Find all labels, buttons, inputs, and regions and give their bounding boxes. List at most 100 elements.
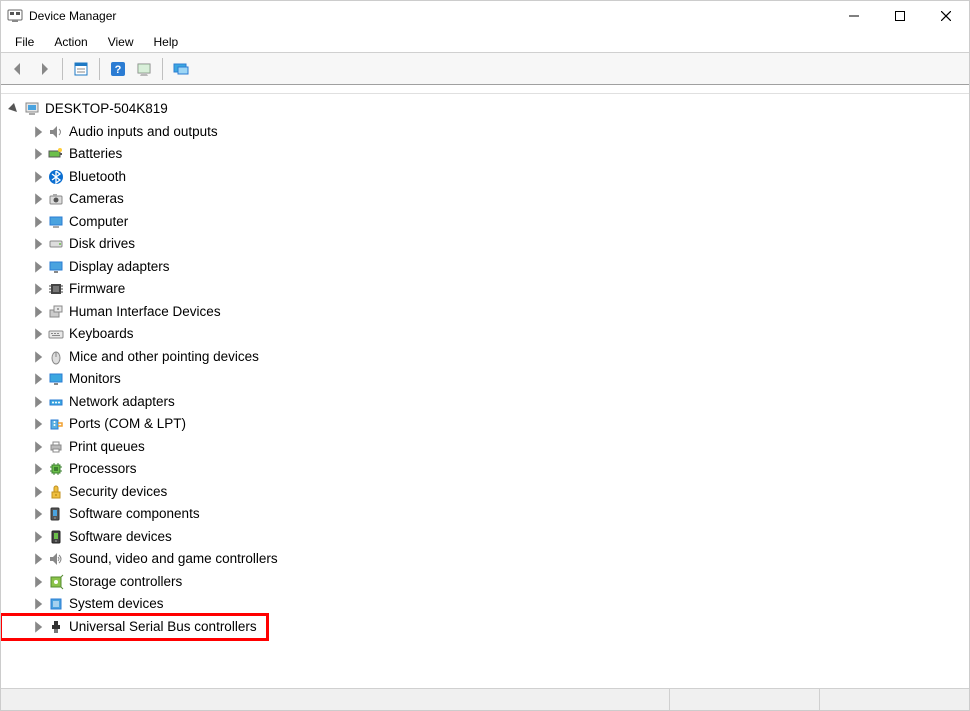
tree-category[interactable]: Cameras (1, 188, 969, 211)
tree-category[interactable]: Print queues (1, 436, 969, 459)
tree-category[interactable]: Bluetooth (1, 166, 969, 189)
toolbar-separator (62, 58, 63, 80)
ports-icon (47, 415, 65, 433)
toolbar-separator (99, 58, 100, 80)
menu-help[interactable]: Help (144, 33, 189, 51)
expander-icon[interactable] (31, 327, 45, 341)
tree-category[interactable]: Software devices (1, 526, 969, 549)
tree-category[interactable]: Processors (1, 458, 969, 481)
tree-category[interactable]: Software components (1, 503, 969, 526)
expander-icon[interactable] (31, 485, 45, 499)
tree-category[interactable]: Batteries (1, 143, 969, 166)
expander-icon[interactable] (7, 102, 21, 116)
toolbar-help-button[interactable]: ? (105, 56, 131, 82)
expander-icon[interactable] (31, 372, 45, 386)
keyboard-icon (47, 325, 65, 343)
expander-icon[interactable] (31, 552, 45, 566)
tree-category-label[interactable]: Firmware (69, 278, 125, 301)
tree-category-label[interactable]: Display adapters (69, 256, 170, 279)
expander-icon[interactable] (31, 125, 45, 139)
menu-view[interactable]: View (98, 33, 144, 51)
tree-category[interactable]: Sound, video and game controllers (1, 548, 969, 571)
expander-icon[interactable] (31, 282, 45, 296)
toolbar-back-button[interactable] (5, 56, 31, 82)
tree-category[interactable]: Storage controllers (1, 571, 969, 594)
expander-icon[interactable] (31, 147, 45, 161)
toolbar: ? (1, 53, 969, 85)
mouse-icon (47, 348, 65, 366)
tree-root[interactable]: DESKTOP-504K819 (1, 98, 969, 121)
expander-icon[interactable] (31, 440, 45, 454)
tree-root-label[interactable]: DESKTOP-504K819 (45, 98, 168, 121)
toolbar-properties-button[interactable] (68, 56, 94, 82)
tree-category[interactable]: Audio inputs and outputs (1, 121, 969, 144)
expander-icon[interactable] (31, 620, 45, 634)
tree-category-label[interactable]: Software devices (69, 526, 172, 549)
tree-category-label[interactable]: Print queues (69, 436, 145, 459)
expander-icon[interactable] (31, 192, 45, 206)
tree-category[interactable]: Security devices (1, 481, 969, 504)
monitor-icon (47, 370, 65, 388)
tree-category-label[interactable]: Bluetooth (69, 166, 126, 189)
tree-category-label[interactable]: Storage controllers (69, 571, 182, 594)
device-tree-area[interactable]: DESKTOP-504K819 Audio inputs and outputs… (1, 93, 969, 686)
svg-text:?: ? (115, 64, 122, 76)
minimize-button[interactable] (831, 1, 877, 31)
expander-icon[interactable] (31, 395, 45, 409)
toolbar-monitor-button[interactable] (168, 56, 194, 82)
close-button[interactable] (923, 1, 969, 31)
tree-category-label[interactable]: Universal Serial Bus controllers (69, 616, 257, 639)
tree-category[interactable]: Universal Serial Bus controllers (1, 616, 969, 639)
toolbar-separator (162, 58, 163, 80)
disk-icon (47, 235, 65, 253)
security-icon (47, 483, 65, 501)
tree-category[interactable]: Firmware (1, 278, 969, 301)
tree-category-label[interactable]: Security devices (69, 481, 167, 504)
expander-icon[interactable] (31, 530, 45, 544)
tree-category[interactable]: Disk drives (1, 233, 969, 256)
maximize-button[interactable] (877, 1, 923, 31)
tree-category[interactable]: Mice and other pointing devices (1, 346, 969, 369)
tree-category[interactable]: Computer (1, 211, 969, 234)
toolbar-forward-button[interactable] (31, 56, 57, 82)
tree-category-label[interactable]: Keyboards (69, 323, 134, 346)
tree-category-label[interactable]: Cameras (69, 188, 124, 211)
tree-category-label[interactable]: Batteries (69, 143, 122, 166)
storage-icon (47, 573, 65, 591)
tree-category-label[interactable]: Network adapters (69, 391, 175, 414)
tree-category-label[interactable]: Disk drives (69, 233, 135, 256)
tree-category-label[interactable]: Monitors (69, 368, 121, 391)
expander-icon[interactable] (31, 215, 45, 229)
expander-icon[interactable] (31, 507, 45, 521)
tree-category[interactable]: Network adapters (1, 391, 969, 414)
tree-category-label[interactable]: Software components (69, 503, 200, 526)
tree-category[interactable]: System devices (1, 593, 969, 616)
menu-action[interactable]: Action (44, 33, 97, 51)
expander-icon[interactable] (31, 305, 45, 319)
hid-icon (47, 303, 65, 321)
tree-category[interactable]: Human Interface Devices (1, 301, 969, 324)
tree-category-label[interactable]: Processors (69, 458, 137, 481)
tree-category-label[interactable]: System devices (69, 593, 164, 616)
tree-category-label[interactable]: Mice and other pointing devices (69, 346, 259, 369)
window-title: Device Manager (29, 9, 116, 23)
tree-category[interactable]: Display adapters (1, 256, 969, 279)
tree-category-label[interactable]: Computer (69, 211, 128, 234)
tree-category-label[interactable]: Ports (COM & LPT) (69, 413, 186, 436)
menu-file[interactable]: File (5, 33, 44, 51)
tree-category[interactable]: Monitors (1, 368, 969, 391)
toolbar-scan-button[interactable] (131, 56, 157, 82)
expander-icon[interactable] (31, 597, 45, 611)
expander-icon[interactable] (31, 170, 45, 184)
tree-category-label[interactable]: Sound, video and game controllers (69, 548, 278, 571)
tree-category-label[interactable]: Audio inputs and outputs (69, 121, 218, 144)
expander-icon[interactable] (31, 350, 45, 364)
tree-category[interactable]: Keyboards (1, 323, 969, 346)
tree-category-label[interactable]: Human Interface Devices (69, 301, 221, 324)
expander-icon[interactable] (31, 575, 45, 589)
expander-icon[interactable] (31, 260, 45, 274)
expander-icon[interactable] (31, 237, 45, 251)
expander-icon[interactable] (31, 462, 45, 476)
expander-icon[interactable] (31, 417, 45, 431)
tree-category[interactable]: Ports (COM & LPT) (1, 413, 969, 436)
